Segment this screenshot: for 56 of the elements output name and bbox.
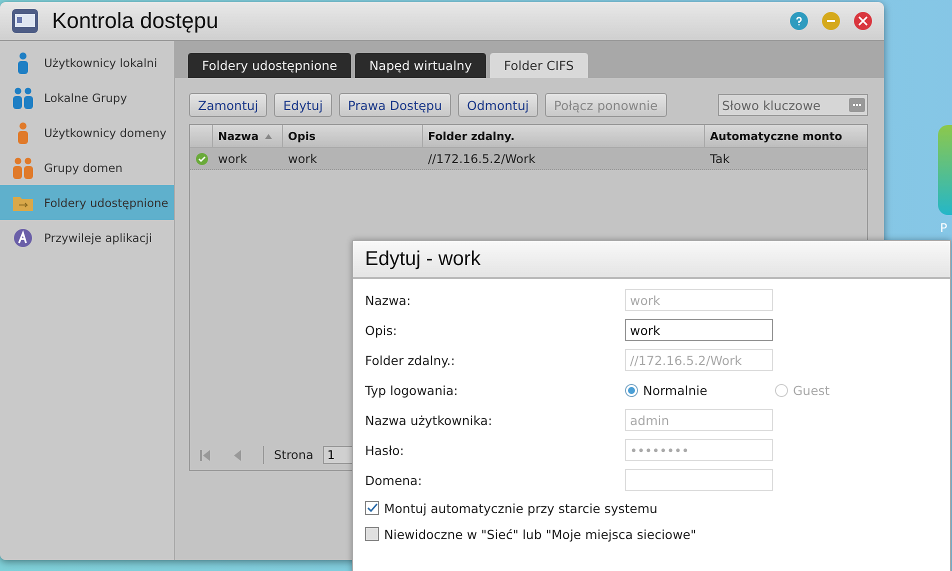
table-cell-text: //172.16.5.2/Work: [427, 150, 536, 168]
tab[interactable]: Folder CIFS: [490, 53, 588, 78]
radio-option[interactable]: Normalnie: [625, 382, 745, 398]
checkbox-option[interactable]: Montuj automatycznie przy starcie systemu: [365, 499, 938, 517]
more-icon[interactable]: [849, 98, 865, 112]
help-icon[interactable]: [790, 12, 808, 30]
close-icon[interactable]: [854, 12, 872, 30]
column-header[interactable]: Folder zdalny.: [422, 125, 704, 147]
checkbox-option[interactable]: Niewidoczne w "Sieć" lub "Moje miejsca sieciowe": [365, 525, 938, 543]
field-label: Opis:: [365, 322, 398, 338]
sidebar-item[interactable]: Użytkownicy domeny: [0, 115, 174, 150]
search-field[interactable]: Słowo kluczowe: [718, 94, 868, 116]
tab[interactable]: Foldery udostępnione: [188, 53, 352, 78]
desktop-icon-label: P: [940, 221, 948, 235]
checkbox[interactable]: [365, 501, 379, 515]
people-icon: [13, 156, 33, 178]
field-label: Typ logowania:: [365, 382, 459, 398]
field-label: Domena:: [365, 472, 423, 488]
folder-icon: [13, 194, 33, 210]
id-card-icon: [12, 9, 38, 33]
tab[interactable]: Napęd wirtualny: [355, 53, 486, 78]
sidebar-item[interactable]: Foldery udostępnione: [0, 185, 174, 220]
field-label: Folder zdalny.:: [365, 352, 456, 368]
checkbox[interactable]: [365, 527, 379, 541]
sort-up-icon: [264, 134, 272, 138]
page-label: Strona: [274, 448, 314, 462]
first-page-icon[interactable]: [200, 450, 210, 460]
person-icon: [16, 52, 30, 74]
field-label: Nazwa użytkownika:: [365, 412, 494, 428]
person-icon: [16, 122, 30, 144]
minimize-icon[interactable]: [822, 12, 840, 30]
sidebar-item[interactable]: Użytkownicy lokalni: [0, 45, 174, 80]
field-label: Hasło:: [365, 442, 405, 458]
field-label: Nazwa:: [365, 292, 412, 308]
toolbar-button[interactable]: Prawa Dostępu: [338, 93, 452, 117]
window-title: Kontrola dostępu: [52, 8, 220, 34]
sidebar-item[interactable]: Lokalne Grupy: [0, 80, 174, 115]
table-cell-text: work: [217, 150, 248, 168]
table-row[interactable]: work work //172.16.5.2/Work Tak: [190, 148, 867, 170]
sidebar-item[interactable]: Grupy domen: [0, 150, 174, 185]
toolbar-button[interactable]: Edytuj: [274, 93, 332, 117]
column-header[interactable]: Automatyczne monto: [704, 125, 867, 147]
check-icon: [366, 503, 378, 513]
toolbar-button[interactable]: Odmontuj: [458, 93, 538, 117]
toolbar-button[interactable]: Zamontuj: [189, 93, 268, 117]
app-icon: [14, 228, 32, 246]
dialog-title: Edytuj - work: [365, 248, 481, 270]
column-header[interactable]: Opis: [282, 125, 422, 147]
column-header[interactable]: Nazwa: [212, 125, 282, 147]
sidebar-item[interactable]: Przywileje aplikacji: [0, 220, 174, 255]
input-field[interactable]: work: [625, 319, 773, 341]
people-icon: [13, 86, 33, 108]
table-cell-text: Tak: [709, 150, 731, 168]
table-cell-text: work: [287, 150, 318, 168]
previous-page-icon[interactable]: [234, 450, 241, 460]
radio-button[interactable]: [625, 384, 638, 396]
